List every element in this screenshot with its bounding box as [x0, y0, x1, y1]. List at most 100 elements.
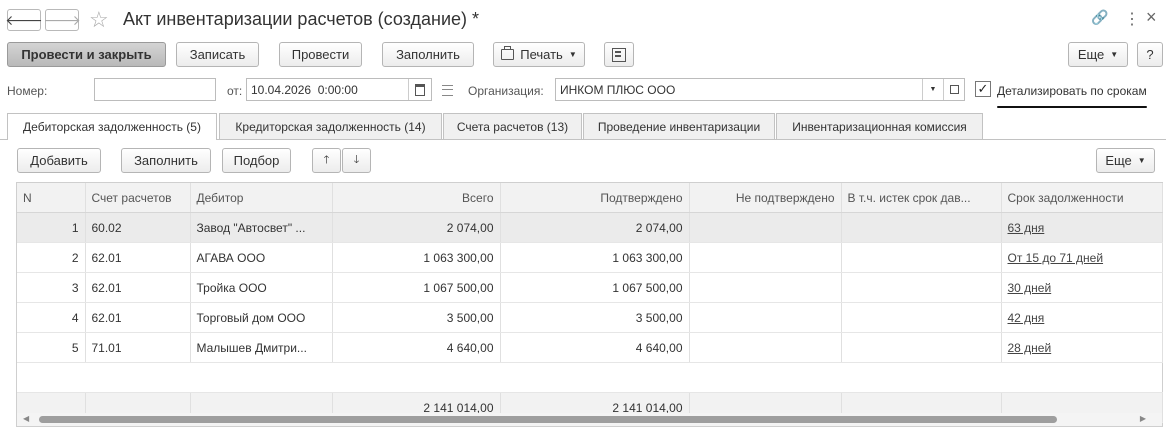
cell-expired[interactable] — [841, 302, 1002, 333]
fill-button[interactable]: Заполнить — [382, 42, 474, 67]
add-row-button[interactable]: Добавить — [17, 148, 101, 173]
annotation-underline — [997, 106, 1147, 108]
cell-expired[interactable] — [841, 272, 1002, 303]
calendar-icon[interactable] — [408, 79, 431, 100]
number-field[interactable] — [94, 78, 216, 101]
dropdown-icon[interactable]: ▼ — [922, 79, 943, 100]
arrow-up-icon: 🡑 — [323, 154, 330, 166]
cell-confirmed[interactable]: 4 640,00 — [500, 332, 690, 363]
move-down-button[interactable]: 🡓 — [342, 148, 371, 173]
column-header-debtor[interactable]: Дебитор — [190, 183, 333, 213]
date-field[interactable]: 10.04.2026 0:00:00 — [246, 78, 432, 101]
table-row[interactable]: 4 62.01 Торговый дом ООО 3 500,00 3 500,… — [17, 302, 1163, 333]
term-link[interactable]: 63 дня — [1008, 221, 1045, 235]
column-header-total[interactable]: Всего — [332, 183, 501, 213]
detail-by-terms-label[interactable]: Детализировать по срокам — [997, 84, 1147, 98]
tab-payables[interactable]: Кредиторская задолженность (14) — [219, 113, 442, 139]
back-button[interactable]: 🡐 — [5, 9, 43, 31]
date-value: 10.04.2026 0:00:00 — [251, 82, 358, 97]
cell-account[interactable]: 62.01 — [85, 302, 191, 333]
term-link[interactable]: 28 дней — [1008, 341, 1052, 355]
table-row[interactable]: 3 62.01 Тройка ООО 1 067 500,00 1 067 50… — [17, 272, 1163, 303]
cell-debtor[interactable]: АГАВА ООО — [190, 242, 333, 273]
post-button[interactable]: Провести — [279, 42, 362, 67]
cell-debtor[interactable]: Малышев Дмитри... — [190, 332, 333, 363]
tab-inventory-posting[interactable]: Проведение инвентаризации — [583, 113, 775, 139]
horizontal-scrollbar[interactable]: ◀ ▶ — [17, 413, 1162, 426]
cell-confirmed[interactable]: 1 063 300,00 — [500, 242, 690, 273]
link-icon[interactable]: 🔗 — [1091, 9, 1108, 26]
term-link[interactable]: 30 дней — [1008, 281, 1052, 295]
column-header-account[interactable]: Счет расчетов — [85, 183, 191, 213]
structure-icon — [612, 47, 626, 62]
cell-unconfirmed[interactable] — [689, 272, 842, 303]
organization-field[interactable]: ИНКОМ ПЛЮС ООО ▼ — [555, 78, 965, 101]
scrollbar-thumb[interactable] — [39, 416, 1057, 423]
table-row[interactable]: 5 71.01 Малышев Дмитри... 4 640,00 4 640… — [17, 332, 1163, 363]
favorite-star-icon[interactable]: ☆ — [89, 7, 109, 33]
print-button[interactable]: Печать ▼ — [493, 42, 585, 67]
chevron-down-icon: ▼ — [1137, 156, 1146, 165]
cell-account[interactable]: 60.02 — [85, 212, 191, 243]
cell-total[interactable]: 1 063 300,00 — [332, 242, 501, 273]
save-button[interactable]: Записать — [176, 42, 259, 67]
cell-total[interactable]: 4 640,00 — [332, 332, 501, 363]
cell-confirmed[interactable]: 1 067 500,00 — [500, 272, 690, 303]
cell-unconfirmed[interactable] — [689, 302, 842, 333]
cell-confirmed[interactable]: 3 500,00 — [500, 302, 690, 333]
history-icon[interactable] — [442, 85, 453, 96]
term-link[interactable]: От 15 до 71 дней — [1008, 251, 1104, 265]
cell-term[interactable]: 42 дня — [1001, 302, 1163, 333]
table-row[interactable]: 2 62.01 АГАВА ООО 1 063 300,00 1 063 300… — [17, 242, 1163, 273]
table-row[interactable]: 1 60.02 Завод "Автосвет" ... 2 074,00 2 … — [17, 212, 1163, 243]
cell-unconfirmed[interactable] — [689, 332, 842, 363]
more-menu-icon[interactable]: ⋮ — [1124, 9, 1140, 29]
term-link[interactable]: 42 дня — [1008, 311, 1045, 325]
help-button[interactable]: ? — [1137, 42, 1163, 67]
move-up-button[interactable]: 🡑 — [312, 148, 341, 173]
fill-table-button[interactable]: Заполнить — [121, 148, 211, 173]
close-icon[interactable]: × — [1146, 7, 1157, 28]
cell-expired[interactable] — [841, 242, 1002, 273]
more-actions-button[interactable]: Еще ▼ — [1068, 42, 1128, 67]
post-and-close-button[interactable]: Провести и закрыть — [7, 42, 166, 67]
date-label: от: — [227, 84, 243, 98]
cell-unconfirmed[interactable] — [689, 212, 842, 243]
cell-account[interactable]: 71.01 — [85, 332, 191, 363]
structure-button[interactable] — [604, 42, 634, 67]
cell-debtor[interactable]: Торговый дом ООО — [190, 302, 333, 333]
column-header-confirmed[interactable]: Подтверждено — [500, 183, 690, 213]
cell-term[interactable]: 63 дня — [1001, 212, 1163, 243]
open-icon[interactable] — [943, 79, 964, 100]
table-more-label: Еще — [1105, 153, 1132, 168]
cell-total[interactable]: 3 500,00 — [332, 302, 501, 333]
cell-debtor[interactable]: Завод "Автосвет" ... — [190, 212, 333, 243]
cell-total[interactable]: 1 067 500,00 — [332, 272, 501, 303]
detail-by-terms-checkbox[interactable]: ✓ — [975, 81, 991, 97]
cell-expired[interactable] — [841, 212, 1002, 243]
forward-button[interactable]: 🡒 — [43, 9, 81, 31]
cell-account[interactable]: 62.01 — [85, 272, 191, 303]
cell-unconfirmed[interactable] — [689, 242, 842, 273]
arrow-down-icon: 🡓 — [353, 154, 360, 166]
cell-account[interactable]: 62.01 — [85, 242, 191, 273]
tab-receivables[interactable]: Дебиторская задолженность (5) — [7, 113, 217, 140]
column-header-expired[interactable]: В т.ч. истек срок дав... — [841, 183, 1002, 213]
table-more-button[interactable]: Еще ▼ — [1096, 148, 1155, 173]
chevron-down-icon: ▼ — [1110, 50, 1119, 59]
cell-debtor[interactable]: Тройка ООО — [190, 272, 333, 303]
cell-term[interactable]: От 15 до 71 дней — [1001, 242, 1163, 273]
cell-term[interactable]: 30 дней — [1001, 272, 1163, 303]
scroll-left-icon[interactable]: ◀ — [23, 414, 29, 423]
column-header-unconfirmed[interactable]: Не подтверждено — [689, 183, 842, 213]
cell-confirmed[interactable]: 2 074,00 — [500, 212, 690, 243]
cell-term[interactable]: 28 дней — [1001, 332, 1163, 363]
column-header-term[interactable]: Срок задолженности — [1001, 183, 1163, 213]
cell-expired[interactable] — [841, 332, 1002, 363]
tab-commission[interactable]: Инвентаризационная комиссия — [776, 113, 983, 139]
scroll-right-icon[interactable]: ▶ — [1140, 414, 1146, 423]
column-header-n[interactable]: N — [17, 183, 86, 213]
select-button[interactable]: Подбор — [222, 148, 291, 173]
tab-accounts[interactable]: Счета расчетов (13) — [443, 113, 582, 139]
cell-total[interactable]: 2 074,00 — [332, 212, 501, 243]
